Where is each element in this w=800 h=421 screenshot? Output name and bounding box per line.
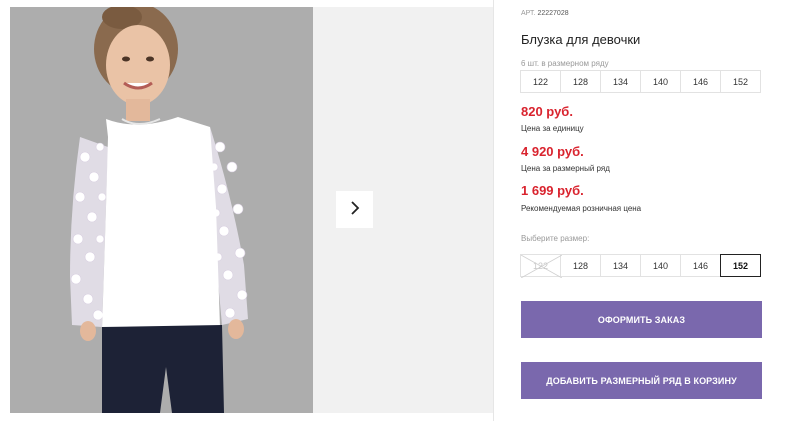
size-picker-label: Выберите размер: (521, 234, 590, 243)
pack-size-cell: 146 (680, 70, 721, 93)
product-page: АРТ. 22227028 Блузка для девочки 6 шт. в … (0, 0, 800, 421)
product-title: Блузка для девочки (521, 32, 641, 47)
pack-size-cell: 134 (600, 70, 641, 93)
size-picker: 122 128 134 140 146 152 (520, 254, 761, 278)
pack-note: 6 шт. в размерном ряду (521, 59, 609, 68)
pack-price-label: Цена за размерный ряд (521, 164, 610, 173)
product-photo (10, 7, 313, 413)
pack-price: 4 920 руб. (521, 144, 584, 159)
retail-price: 1 699 руб. (521, 183, 584, 198)
add-pack-to-cart-button[interactable]: ДОБАВИТЬ РАЗМЕРНЫЙ РЯД В КОРЗИНУ (521, 362, 762, 399)
retail-price-label: Рекомендуемая розничная цена (521, 204, 642, 213)
pack-size-cell: 140 (640, 70, 681, 93)
gallery-next-button[interactable] (336, 191, 373, 228)
pack-size-cell: 152 (720, 70, 761, 93)
size-option[interactable]: 134 (600, 254, 641, 277)
size-option[interactable]: 140 (640, 254, 681, 277)
size-option[interactable]: 146 (680, 254, 721, 277)
chevron-right-icon (349, 200, 361, 219)
product-gallery (10, 7, 493, 413)
size-option-unavailable: 122 (520, 254, 562, 278)
article-number: АРТ. 22227028 (521, 10, 569, 17)
place-order-button[interactable]: ОФОРМИТЬ ЗАКАЗ (521, 301, 762, 338)
size-option-selected[interactable]: 152 (720, 254, 761, 277)
unit-price-label: Цена за единицу (521, 124, 584, 133)
unit-price: 820 руб. (521, 104, 573, 119)
pack-size-cell: 122 (520, 70, 561, 93)
article-value: 22227028 (537, 10, 569, 17)
pack-size-cell: 128 (560, 70, 601, 93)
size-option[interactable]: 128 (560, 254, 601, 277)
article-label: АРТ. (521, 10, 536, 17)
size-option-label: 122 (532, 260, 549, 271)
pack-sizes-row: 122 128 134 140 146 152 (520, 70, 761, 93)
column-divider (493, 0, 494, 421)
